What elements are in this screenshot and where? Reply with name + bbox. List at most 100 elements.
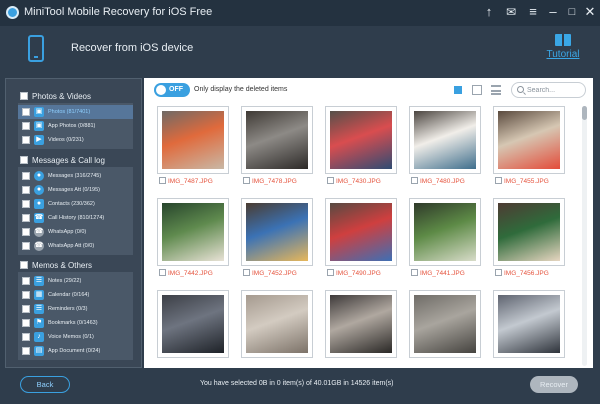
search-box[interactable] [511,82,586,98]
checkbox[interactable] [22,277,30,285]
sidebar-item-app-photos[interactable]: ▣ App Photos (0/881) [18,119,133,133]
sidebar-item-messages-att[interactable]: ● Messages Att (0/195) [18,183,133,197]
filename-label: IMG_7478.JPG [252,178,297,185]
app-photo-icon: ▣ [34,121,44,131]
photo-thumbnail[interactable] [409,106,481,174]
maximize-icon[interactable]: □ [563,3,581,21]
photo-filename[interactable]: IMG_7456.JPG [495,269,575,279]
checkbox[interactable] [159,177,166,184]
scrollbar-thumb[interactable] [582,106,587,120]
list-view-icon[interactable] [491,85,501,95]
photo-filename[interactable]: IMG_7478.JPG [243,177,323,187]
checkbox[interactable] [327,177,334,184]
search-input[interactable] [527,86,582,95]
group-memos-others[interactable]: Memos & Others [20,261,92,270]
checkbox[interactable] [411,177,418,184]
checkbox[interactable] [22,136,30,144]
checkbox[interactable] [20,92,28,100]
checkbox[interactable] [243,177,250,184]
checkbox[interactable] [22,108,30,116]
checkbox[interactable] [243,269,250,276]
sidebar-item-messages[interactable]: ● Messages (316/2745) [18,169,133,183]
checkbox[interactable] [22,200,30,208]
photo-thumbnail[interactable] [157,106,229,174]
photo-filename[interactable]: IMG_7490.JPG [327,269,407,279]
checkbox[interactable] [327,269,334,276]
sidebar-item-bookmarks[interactable]: ⚑ Bookmarks (0/1463) [18,316,133,330]
sidebar-item-whatsapp-att[interactable]: ☎ WhatsApp Att (0/0) [18,239,133,253]
checkbox[interactable] [20,261,28,269]
photo-thumbnail[interactable] [325,198,397,266]
checkbox[interactable] [22,291,30,299]
checkbox[interactable] [495,269,502,276]
photo-preview [246,111,308,169]
sidebar-item-voice-memos[interactable]: ♪ Voice Memos (0/1) [18,330,133,344]
checkbox[interactable] [22,122,30,130]
photo-filename[interactable]: IMG_7441.JPG [411,269,491,279]
sidebar-item-photos[interactable]: ▣ Photos (81/7401) [18,105,133,119]
photo-filename[interactable]: IMG_7480.JPG [411,177,491,187]
photo-thumbnail[interactable] [157,290,229,358]
checkbox[interactable] [20,156,28,164]
photo-thumbnail[interactable] [241,106,313,174]
sidebar-item-calendar[interactable]: ▦ Calendar (0/164) [18,288,133,302]
photo-thumbnail[interactable] [409,290,481,358]
photo-filename[interactable]: IMG_7452.JPG [243,269,323,279]
tutorial-link[interactable]: Tutorial [543,34,583,60]
filename-label: IMG_7487.JPG [168,178,213,185]
checkbox[interactable] [411,269,418,276]
photo-filename[interactable]: IMG_7430.JPG [327,177,407,187]
checkbox[interactable] [159,269,166,276]
photo-thumbnail[interactable] [241,290,313,358]
checkbox[interactable] [22,319,30,327]
photo-filename[interactable]: IMG_7442.JPG [159,269,239,279]
photo-filename[interactable]: IMG_7455.JPG [495,177,575,187]
group-messages-call-log[interactable]: Messages & Call log [20,156,105,165]
upload-icon[interactable]: ↑ [480,3,498,21]
photo-thumbnail[interactable] [241,198,313,266]
vertical-scrollbar[interactable] [582,106,587,366]
filename-label: IMG_7442.JPG [168,270,213,277]
sidebar-item-whatsapp[interactable]: ☎ WhatsApp (0/0) [18,225,133,239]
filename-label: IMG_7490.JPG [336,270,381,277]
sidebar-item-contacts[interactable]: ● Contacts (230/362) [18,197,133,211]
deleted-only-toggle[interactable]: OFF [154,83,190,97]
photo-thumbnail[interactable] [493,106,565,174]
grid-view-icon[interactable] [453,85,463,95]
checkbox[interactable] [22,172,30,180]
page-title: Recover from iOS device [71,42,194,54]
sidebar-item-notes[interactable]: ☰ Notes (29/22) [18,274,133,288]
photo-thumbnail[interactable] [493,290,565,358]
sidebar-item-app-document[interactable]: ▤ App Document (0/24) [18,344,133,358]
checkbox[interactable] [22,228,30,236]
photo-thumbnail[interactable] [493,198,565,266]
back-button[interactable]: Back [20,376,70,393]
checkbox[interactable] [22,305,30,313]
photo-preview [414,295,476,353]
menu-icon[interactable]: ≡ [524,3,542,21]
photo-thumbnail[interactable] [325,290,397,358]
selection-status: You have selected 0B in 0 item(s) of 40.… [200,380,394,387]
checkbox[interactable] [22,242,30,250]
calendar-view-icon[interactable] [472,85,482,95]
sidebar-item-videos[interactable]: ▶ Videos (0/231) [18,133,133,147]
photo-thumbnail[interactable] [409,198,481,266]
checkbox[interactable] [22,186,30,194]
checkbox[interactable] [22,214,30,222]
checkbox[interactable] [495,177,502,184]
minimize-icon[interactable]: – [544,3,562,21]
recover-button[interactable]: Recover [530,376,578,393]
photo-thumbnail[interactable] [325,106,397,174]
close-icon[interactable]: ✕ [581,3,599,21]
photo-preview [330,111,392,169]
mail-icon[interactable]: ✉ [502,3,520,21]
group-photos-videos[interactable]: Photos & Videos [20,92,91,101]
checkbox[interactable] [22,347,30,355]
photo-thumbnail[interactable] [157,198,229,266]
sidebar-item-reminders[interactable]: ☰ Reminders (0/3) [18,302,133,316]
sidebar-item-label: App Document (0/24) [48,348,101,354]
photo-filename[interactable]: IMG_7487.JPG [159,177,239,187]
checkbox[interactable] [22,333,30,341]
search-icon [517,86,524,93]
sidebar-item-call-history[interactable]: ☎ Call History (810/1274) [18,211,133,225]
